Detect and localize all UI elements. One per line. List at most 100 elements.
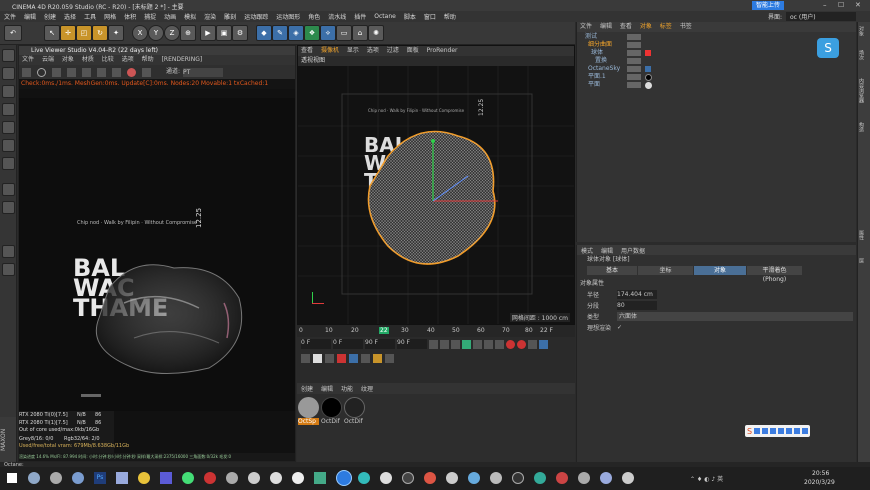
- maximize-icon[interactable]: ☐: [838, 1, 844, 9]
- radius-field[interactable]: 174.404 cm: [617, 290, 657, 299]
- ime-emoji-icon[interactable]: [770, 428, 777, 434]
- app-icon[interactable]: [512, 472, 524, 484]
- menu-item[interactable]: 模拟: [180, 12, 200, 21]
- app-icon[interactable]: [160, 472, 172, 484]
- material-menu-item[interactable]: 创建: [297, 384, 317, 393]
- material-item[interactable]: OctDif: [344, 397, 365, 425]
- lv-menu-item[interactable]: 比较: [99, 56, 117, 63]
- ime-skin-icon[interactable]: [794, 428, 801, 434]
- viewport-menu-item[interactable]: 显示: [344, 47, 362, 54]
- app-icon[interactable]: [314, 472, 326, 484]
- x-axis-button[interactable]: X: [132, 25, 148, 41]
- tab-basic[interactable]: 基本: [587, 266, 637, 275]
- type-select[interactable]: 六面体: [617, 312, 853, 321]
- track-param-icon[interactable]: [337, 353, 346, 363]
- app-icon[interactable]: [468, 472, 480, 484]
- object-menu-item[interactable]: 标签: [657, 23, 675, 30]
- current-frame-marker[interactable]: 22: [379, 327, 389, 334]
- object-menu-item[interactable]: 查看: [617, 23, 635, 30]
- scale-icon[interactable]: ◰: [76, 25, 92, 41]
- object-menu-item[interactable]: 文件: [577, 23, 595, 30]
- menu-item[interactable]: 帮助: [440, 12, 460, 21]
- menu-item[interactable]: 捕捉: [140, 12, 160, 21]
- attribute-menu-item[interactable]: 编辑: [597, 246, 617, 255]
- render-settings-icon[interactable]: ⚙: [232, 25, 248, 41]
- object-row[interactable]: OctaneSky: [577, 65, 856, 73]
- lv-menu-item[interactable]: 云端: [39, 56, 57, 63]
- tab-coord[interactable]: 坐标: [638, 266, 693, 275]
- lv-menu-item[interactable]: 文件: [19, 56, 37, 63]
- side-tab[interactable]: 对象: [858, 22, 865, 50]
- lv-menu-item[interactable]: 材质: [79, 56, 97, 63]
- material-item[interactable]: OctSp: [298, 397, 319, 425]
- cube-icon[interactable]: ◆: [256, 25, 272, 41]
- lv-menu-item[interactable]: 选项: [119, 56, 137, 63]
- app-icon[interactable]: [72, 472, 84, 484]
- app-icon[interactable]: [270, 472, 282, 484]
- attribute-menu-item[interactable]: 用户数据: [617, 246, 649, 255]
- make-editable-icon[interactable]: [2, 49, 15, 62]
- ime-keyboard-icon[interactable]: [786, 428, 793, 434]
- points-mode-icon[interactable]: [2, 121, 15, 134]
- lv-menu-item[interactable]: 帮助: [139, 56, 157, 63]
- object-row[interactable]: 测试: [577, 33, 856, 41]
- app-icon[interactable]: [28, 472, 40, 484]
- viewport-menu-item[interactable]: 查看: [298, 47, 316, 54]
- recent-tools-icon[interactable]: ✦: [108, 25, 124, 41]
- app-icon[interactable]: [490, 472, 502, 484]
- app-icon[interactable]: [380, 472, 392, 484]
- floor-icon[interactable]: ▭: [336, 25, 352, 41]
- pause-icon[interactable]: [52, 67, 61, 77]
- texture-mode-icon[interactable]: [2, 85, 15, 98]
- edges-mode-icon[interactable]: [2, 139, 15, 152]
- app-icon[interactable]: [622, 472, 634, 484]
- object-row[interactable]: 平面: [577, 81, 856, 89]
- segments-field[interactable]: 80: [617, 301, 657, 310]
- y-axis-button[interactable]: Y: [148, 25, 164, 41]
- app-icon[interactable]: [50, 472, 62, 484]
- app-icon[interactable]: [204, 472, 216, 484]
- record-icon[interactable]: [506, 339, 515, 349]
- axis-lock-icon[interactable]: [2, 201, 15, 214]
- rotate-icon[interactable]: ↻: [92, 25, 108, 41]
- cloner-icon[interactable]: ❖: [304, 25, 320, 41]
- menu-item[interactable]: 文件: [0, 12, 20, 21]
- preview-start-field[interactable]: 0 F: [333, 339, 363, 349]
- cinema4d-icon[interactable]: [336, 470, 352, 486]
- side-tab[interactable]: 层: [858, 258, 865, 286]
- menu-item[interactable]: 渲染: [200, 12, 220, 21]
- app-logo-icon[interactable]: S: [817, 38, 839, 58]
- side-tab[interactable]: 构造: [858, 122, 865, 150]
- perfect-checkbox[interactable]: ✓: [617, 324, 622, 331]
- timeline-ruler[interactable]: 0 10 20 22 30 40 50 60 70 80 22 F: [297, 325, 575, 337]
- track-extra-icon[interactable]: [385, 353, 394, 363]
- side-tab[interactable]: 场次: [858, 50, 865, 78]
- tab-phong[interactable]: 平滑着色(Phong): [747, 266, 802, 283]
- end-frame-field[interactable]: 90 F: [397, 339, 427, 349]
- track-rotation-icon[interactable]: [325, 353, 334, 363]
- photoshop-icon[interactable]: Ps: [94, 472, 106, 484]
- tab-object[interactable]: 对象: [694, 266, 746, 275]
- prev-frame-icon[interactable]: [451, 339, 460, 349]
- track-scale-icon[interactable]: [313, 353, 322, 363]
- app-icon[interactable]: [402, 472, 414, 484]
- object-row[interactable]: 球体: [577, 49, 856, 57]
- polygons-mode-icon[interactable]: [2, 157, 15, 170]
- menu-item[interactable]: 流水线: [324, 12, 350, 21]
- model-mode-icon[interactable]: [2, 67, 15, 80]
- viewport-menu-item[interactable]: 摄像机: [318, 47, 342, 54]
- track-points-icon[interactable]: [361, 353, 370, 363]
- render-picture-viewer-icon[interactable]: ▣: [216, 25, 232, 41]
- menu-item[interactable]: Octane: [370, 13, 400, 20]
- start-frame-field[interactable]: 0 F: [301, 339, 331, 349]
- material-menu-item[interactable]: 编辑: [317, 384, 337, 393]
- grid-icon[interactable]: [2, 263, 15, 276]
- start-icon[interactable]: [7, 473, 17, 483]
- menu-item[interactable]: 运动跟踪: [240, 12, 272, 21]
- menu-item[interactable]: 窗口: [420, 12, 440, 21]
- lv-menu-item[interactable]: 对象: [59, 56, 77, 63]
- workplane-icon[interactable]: [2, 103, 15, 116]
- menu-item[interactable]: 角色: [304, 12, 324, 21]
- prev-key-icon[interactable]: [440, 339, 449, 349]
- viewport-menu-item[interactable]: 过滤: [384, 47, 402, 54]
